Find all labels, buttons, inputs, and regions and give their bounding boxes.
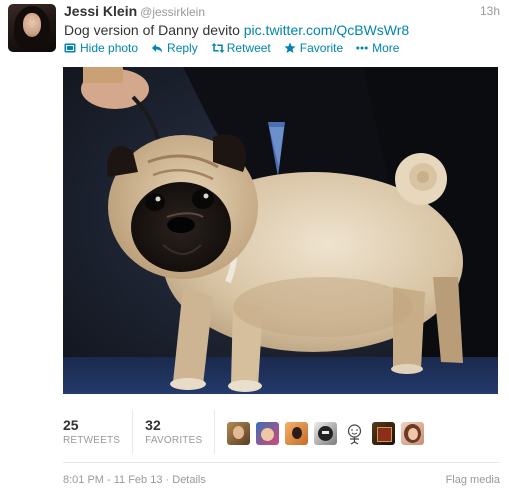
- hide-photo-label: Hide photo: [80, 41, 139, 55]
- tweet-time[interactable]: 13h: [480, 4, 500, 18]
- favoriter-avatar[interactable]: [372, 421, 396, 445]
- details-link[interactable]: Details: [172, 474, 206, 486]
- author-handle[interactable]: @jessirklein: [140, 5, 205, 19]
- favorites-label: FAVORITES: [145, 434, 203, 446]
- favoriter-avatar[interactable]: [401, 421, 425, 445]
- photo-icon: [64, 42, 76, 54]
- favoriter-avatar[interactable]: [285, 421, 309, 445]
- reply-icon: [151, 42, 163, 54]
- retweets-label: RETWEETS: [63, 434, 121, 446]
- reply-button[interactable]: Reply: [151, 40, 198, 56]
- more-button[interactable]: More: [356, 40, 399, 56]
- star-icon: [284, 42, 296, 54]
- divider: [63, 462, 500, 463]
- favoriter-avatar[interactable]: [227, 421, 251, 445]
- flag-media-link[interactable]: Flag media: [446, 474, 500, 486]
- author-name[interactable]: Jessi Klein: [64, 3, 137, 19]
- tweet-stats: 25 RETWEETS 32 FAVORITES: [63, 410, 425, 454]
- tweet-text: Dog version of Danny devito pic.twitter.…: [64, 21, 409, 39]
- tweet-media-link[interactable]: pic.twitter.com/QcBWsWr8: [244, 22, 409, 38]
- tweet-header: Jessi Klein @jessirklein: [64, 2, 205, 21]
- tweet-footer: 8:01 PM - 11 Feb 13 · Details: [63, 474, 206, 486]
- tweet-photo[interactable]: [63, 67, 498, 394]
- favorite-label: Favorite: [299, 41, 344, 55]
- favorites-stat[interactable]: 32 FAVORITES: [145, 410, 216, 454]
- retweets-stat[interactable]: 25 RETWEETS: [63, 410, 134, 454]
- favoriter-avatar[interactable]: [343, 421, 367, 445]
- footer-separator: ·: [162, 474, 173, 486]
- retweet-label: Retweet: [226, 41, 271, 55]
- reply-label: Reply: [167, 41, 198, 55]
- favoriter-avatar[interactable]: [256, 421, 280, 445]
- retweets-count: 25: [63, 416, 79, 433]
- tweet-text-body: Dog version of Danny devito: [64, 22, 240, 38]
- pug-photo-image: [63, 67, 498, 394]
- favoriters-list: [227, 410, 425, 454]
- favorites-count: 32: [145, 416, 161, 433]
- favoriter-avatar[interactable]: [314, 421, 338, 445]
- tweet-actions: Hide photo Reply Retweet Favorite More: [64, 40, 399, 56]
- more-label: More: [372, 41, 400, 55]
- favorite-button[interactable]: Favorite: [284, 40, 343, 56]
- more-icon: [356, 42, 368, 54]
- avatar-face: [23, 13, 41, 37]
- retweet-icon: [211, 42, 225, 54]
- author-avatar[interactable]: [8, 4, 56, 52]
- tweet-timestamp: 8:01 PM - 11 Feb 13: [63, 474, 163, 486]
- hide-photo-button[interactable]: Hide photo: [64, 40, 138, 56]
- retweet-button[interactable]: Retweet: [211, 40, 271, 56]
